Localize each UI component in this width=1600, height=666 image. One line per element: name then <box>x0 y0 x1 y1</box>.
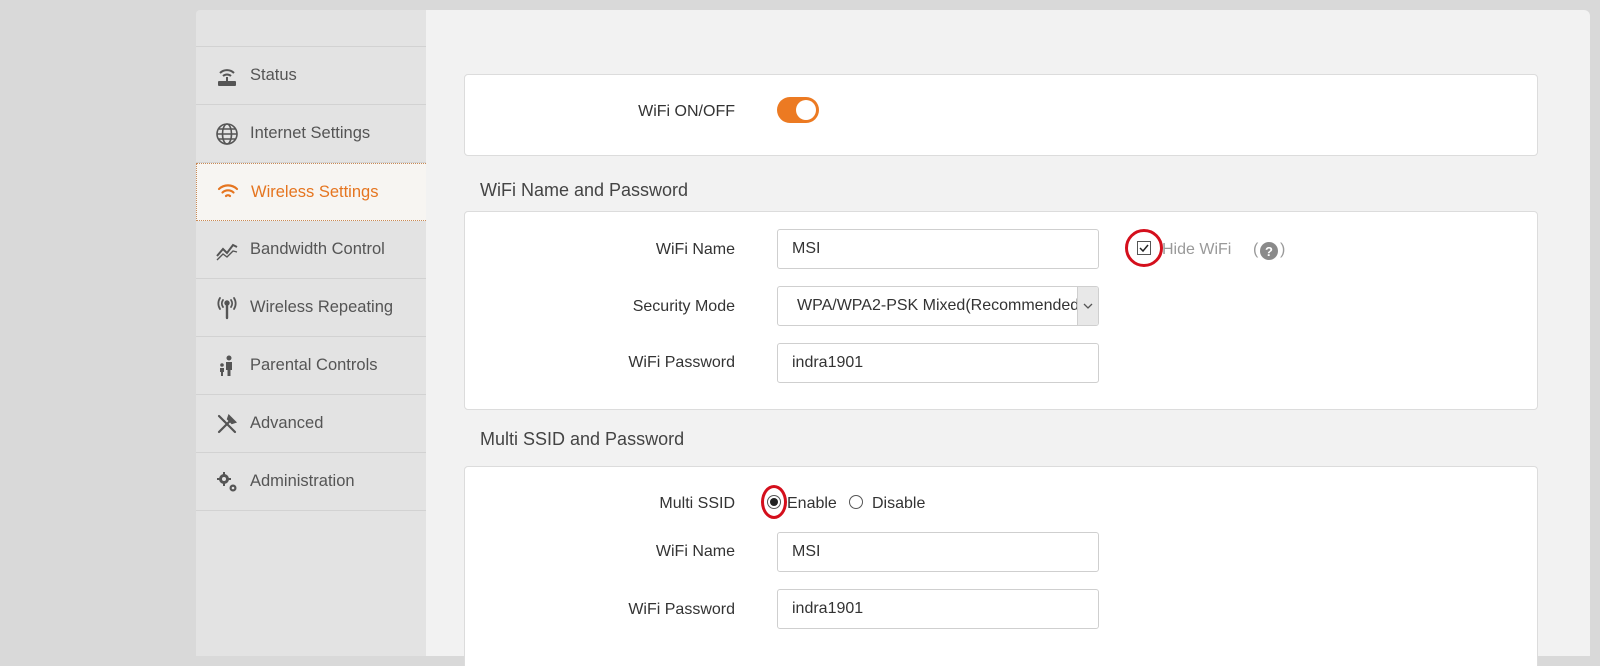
multi-ssid-disable-label: Disable <box>872 495 926 512</box>
wifi-password-input[interactable] <box>777 343 1099 383</box>
wifi-name-password-panel: WiFi Name Hide WiFi ( ? ) Security Mode … <box>464 211 1538 410</box>
sidebar-item-label: Bandwidth Control <box>250 240 385 258</box>
multi-wifi-name-input[interactable] <box>777 532 1099 572</box>
multi-ssid-panel: Multi SSID Enable Disable WiFi Name WiFi… <box>464 466 1538 666</box>
wifi-icon <box>215 179 241 205</box>
sidebar-item-internet-settings[interactable]: Internet Settings <box>196 105 426 163</box>
multi-ssid-disable-radio[interactable] <box>849 495 863 509</box>
security-mode-value: WPA/WPA2-PSK Mixed(Recommended) <box>797 297 1077 314</box>
router-icon <box>214 63 240 89</box>
multi-wifi-name-label: WiFi Name <box>655 543 735 560</box>
wifi-name-label: WiFi Name <box>655 241 735 258</box>
multi-ssid-label: Multi SSID <box>659 495 735 512</box>
family-icon <box>214 353 240 379</box>
wifi-toggle-panel: WiFi ON/OFF <box>464 74 1538 156</box>
section-title-wifi-name-password: WiFi Name and Password <box>480 180 689 200</box>
wifi-name-input[interactable] <box>777 229 1099 269</box>
sidebar-item-advanced[interactable]: Advanced <box>196 395 426 453</box>
wifi-toggle-switch[interactable] <box>777 97 819 123</box>
sidebar-item-label: Administration <box>250 472 355 490</box>
toggle-knob <box>796 100 816 120</box>
sidebar-item-wireless-settings[interactable]: Wireless Settings <box>196 163 426 221</box>
multi-wifi-password-input[interactable] <box>777 589 1099 629</box>
security-mode-select[interactable]: WPA/WPA2-PSK Mixed(Recommended) <box>777 286 1099 326</box>
sidebar-item-label: Wireless Repeating <box>250 298 394 316</box>
sidebar: Status Internet Settings Wireless Settin… <box>196 10 426 656</box>
sidebar-item-administration[interactable]: Administration <box>196 453 426 511</box>
security-mode-label: Security Mode <box>632 298 735 315</box>
help-open-paren: ( <box>1253 241 1259 258</box>
globe-icon <box>214 121 240 147</box>
sidebar-item-label: Parental Controls <box>250 356 378 374</box>
chevron-down-icon <box>1077 287 1098 325</box>
sidebar-item-bandwidth-control[interactable]: Bandwidth Control <box>196 221 426 279</box>
wifi-password-label: WiFi Password <box>628 354 735 371</box>
sidebar-item-label: Wireless Settings <box>251 182 379 201</box>
main-content: WiFi ON/OFF WiFi Name and Password WiFi … <box>426 10 1590 666</box>
sidebar-item-label: Advanced <box>250 414 324 432</box>
multi-wifi-password-label: WiFi Password <box>628 601 735 618</box>
sidebar-item-parental-controls[interactable]: Parental Controls <box>196 337 426 395</box>
help-icon[interactable]: ? <box>1260 242 1278 260</box>
sidebar-item-status[interactable]: Status <box>196 47 426 105</box>
wifi-toggle-label: WiFi ON/OFF <box>638 103 735 120</box>
hide-wifi-checkbox[interactable] <box>1137 241 1151 255</box>
hide-wifi-label: Hide WiFi <box>1162 241 1232 258</box>
sidebar-item-label: Internet Settings <box>250 124 371 142</box>
chart-line-icon <box>214 237 240 263</box>
tools-icon <box>214 411 240 437</box>
antenna-icon <box>214 295 240 321</box>
section-title-multi-ssid: Multi SSID and Password <box>480 429 685 449</box>
sidebar-item-label: Status <box>250 66 297 84</box>
gears-icon <box>214 469 240 495</box>
multi-ssid-enable-label: Enable <box>787 495 837 512</box>
multi-ssid-enable-radio[interactable] <box>767 495 781 509</box>
check-icon <box>1139 244 1149 253</box>
sidebar-top-spacer <box>196 10 426 47</box>
help-close-paren: ) <box>1280 241 1286 258</box>
sidebar-item-wireless-repeating[interactable]: Wireless Repeating <box>196 279 426 337</box>
